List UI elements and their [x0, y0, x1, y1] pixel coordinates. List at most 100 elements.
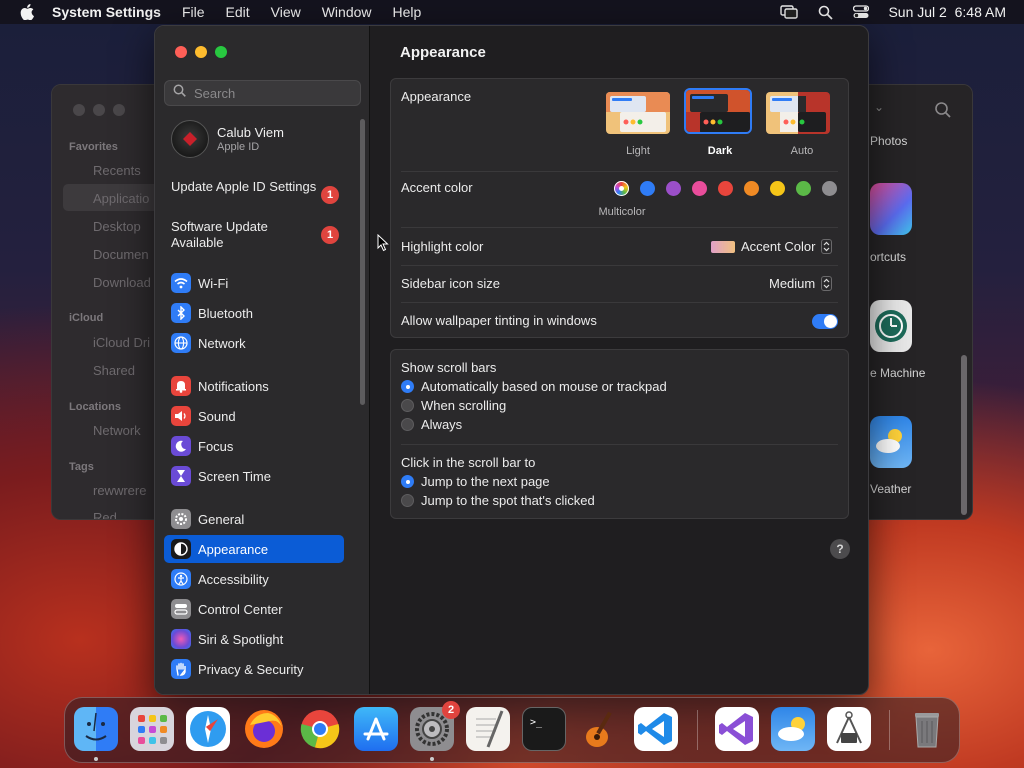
shortcuts-app-icon[interactable] [870, 183, 912, 235]
radio-button[interactable] [401, 380, 414, 393]
theme-dark-label: Dark [707, 145, 733, 157]
sidebar-item-privacy-security[interactable]: Privacy & Security [164, 655, 344, 683]
finder-close-button[interactable] [73, 104, 85, 116]
sidebar-item-accessibility[interactable]: Accessibility [164, 565, 344, 593]
chrome-app-icon[interactable] [298, 707, 342, 751]
search-field[interactable] [164, 80, 361, 106]
scroll-bars-automatic-radio[interactable]: Automatically based on mouse or trackpad [401, 379, 667, 394]
sidebar-item-notifications[interactable]: Notifications [164, 372, 344, 400]
finder-section-favorites: Favorites [69, 141, 118, 153]
finder-tag-2[interactable]: Red [93, 510, 117, 519]
sidebar-item-wifi[interactable]: Wi-Fi [164, 269, 344, 297]
highlight-color-popup[interactable]: Accent Color [711, 239, 833, 254]
finder-search-icon[interactable] [934, 101, 952, 124]
sidebar-item-screen-time[interactable]: Screen Time [164, 462, 344, 490]
visual-studio-app-icon[interactable] [715, 707, 759, 751]
sidebar-item-appearance[interactable]: Appearance [164, 535, 344, 563]
accent-green-swatch[interactable] [796, 181, 811, 196]
vscode-app-icon[interactable] [634, 707, 678, 751]
globe-icon [171, 333, 191, 353]
menu-clock[interactable]: Sun Jul 2 6:48 AM [888, 4, 1006, 20]
sidebar-item-focus[interactable]: Focus [164, 432, 344, 460]
apple-id-profile[interactable]: Calub Viem Apple ID [171, 120, 284, 158]
app-store-app-icon[interactable] [354, 707, 398, 751]
help-button[interactable]: ? [830, 539, 850, 559]
radio-button[interactable] [401, 399, 414, 412]
sidebar-item-label: Focus [198, 438, 234, 454]
sidebar-item-bluetooth[interactable]: Bluetooth [164, 299, 344, 327]
sidebar-item-siri-spotlight[interactable]: Siri & Spotlight [164, 625, 344, 653]
theme-dark-option[interactable] [684, 88, 752, 134]
finder-minimize-button[interactable] [93, 104, 105, 116]
theme-auto-option[interactable] [764, 90, 832, 136]
radio-label: Jump to the spot that's clicked [421, 493, 595, 508]
instruments-app-icon[interactable] [827, 707, 871, 751]
finder-scrollbar[interactable] [961, 355, 967, 515]
wallpaper-tinting-toggle[interactable] [812, 314, 838, 329]
radio-label: Always [421, 417, 463, 432]
sidebar-item-control-center[interactable]: Control Center [164, 595, 344, 623]
weather-app-icon[interactable] [870, 416, 912, 468]
finder-item-icloud-drive[interactable]: iCloud Dri [93, 335, 150, 350]
accent-orange-swatch[interactable] [744, 181, 759, 196]
scroll-bars-when-scrolling-radio[interactable]: When scrolling [401, 398, 506, 413]
update-apple-id-settings-item[interactable]: Update Apple ID Settings [171, 179, 321, 195]
accent-multicolor-swatch[interactable] [614, 181, 629, 196]
finder-item-applications[interactable]: Applicatio [93, 191, 149, 206]
menu-file[interactable]: File [182, 4, 205, 20]
sidebar-item-network[interactable]: Network [164, 329, 344, 357]
click-spot-radio[interactable]: Jump to the spot that's clicked [401, 493, 595, 508]
control-center-icon[interactable] [852, 4, 870, 20]
radio-button[interactable] [401, 475, 414, 488]
menu-window[interactable]: Window [322, 4, 372, 20]
search-input[interactable] [194, 85, 354, 101]
finder-item-shared[interactable]: Shared [93, 363, 135, 378]
launchpad-app-icon[interactable] [130, 707, 174, 751]
sidebar-scrollbar[interactable] [360, 119, 365, 405]
accent-pink-swatch[interactable] [692, 181, 707, 196]
accent-yellow-swatch[interactable] [770, 181, 785, 196]
accent-blue-swatch[interactable] [640, 181, 655, 196]
screen-mirroring-icon[interactable] [780, 4, 799, 20]
finder-item-documents[interactable]: Documen [93, 247, 149, 262]
menu-app-name[interactable]: System Settings [52, 4, 161, 20]
accent-graphite-swatch[interactable] [822, 181, 837, 196]
close-button[interactable] [175, 46, 187, 58]
minimize-button[interactable] [195, 46, 207, 58]
zoom-button[interactable] [215, 46, 227, 58]
apple-menu-icon[interactable] [16, 4, 38, 20]
finder-chevron-icon[interactable]: ⌄ [874, 100, 884, 114]
finder-item-downloads[interactable]: Download [93, 275, 151, 290]
accent-purple-swatch[interactable] [666, 181, 681, 196]
textedit-app-icon[interactable] [466, 707, 510, 751]
software-update-item[interactable]: Software Update Available [171, 219, 321, 251]
garageband-app-icon[interactable] [578, 707, 622, 751]
firefox-app-icon[interactable] [242, 707, 286, 751]
safari-app-icon[interactable] [186, 707, 230, 751]
sidebar-item-sound[interactable]: Sound [164, 402, 344, 430]
spotlight-search-icon[interactable] [816, 4, 834, 20]
control-center-icon [171, 599, 191, 619]
menu-view[interactable]: View [271, 4, 301, 20]
scroll-bars-always-radio[interactable]: Always [401, 417, 462, 432]
finder-item-network[interactable]: Network [93, 423, 141, 438]
theme-light-option[interactable] [604, 90, 672, 136]
menu-help[interactable]: Help [393, 4, 422, 20]
finder-item-desktop[interactable]: Desktop [93, 219, 141, 234]
time-machine-app-icon[interactable] [870, 300, 912, 352]
sidebar-item-label: Sound [198, 408, 236, 424]
radio-button[interactable] [401, 418, 414, 431]
finder-item-recents[interactable]: Recents [93, 163, 141, 178]
sidebar-icon-size-popup[interactable]: Medium [769, 276, 833, 291]
radio-button[interactable] [401, 494, 414, 507]
accent-red-swatch[interactable] [718, 181, 733, 196]
finder-zoom-button[interactable] [113, 104, 125, 116]
finder-app-icon[interactable] [74, 707, 118, 751]
menu-edit[interactable]: Edit [226, 4, 250, 20]
weather-app-icon[interactable] [771, 707, 815, 751]
click-next-page-radio[interactable]: Jump to the next page [401, 474, 550, 489]
trash-icon[interactable] [905, 707, 949, 751]
sidebar-item-general[interactable]: General [164, 505, 344, 533]
terminal-app-icon[interactable]: >_ [522, 707, 566, 751]
finder-tag-1[interactable]: rewwrere [93, 483, 146, 498]
